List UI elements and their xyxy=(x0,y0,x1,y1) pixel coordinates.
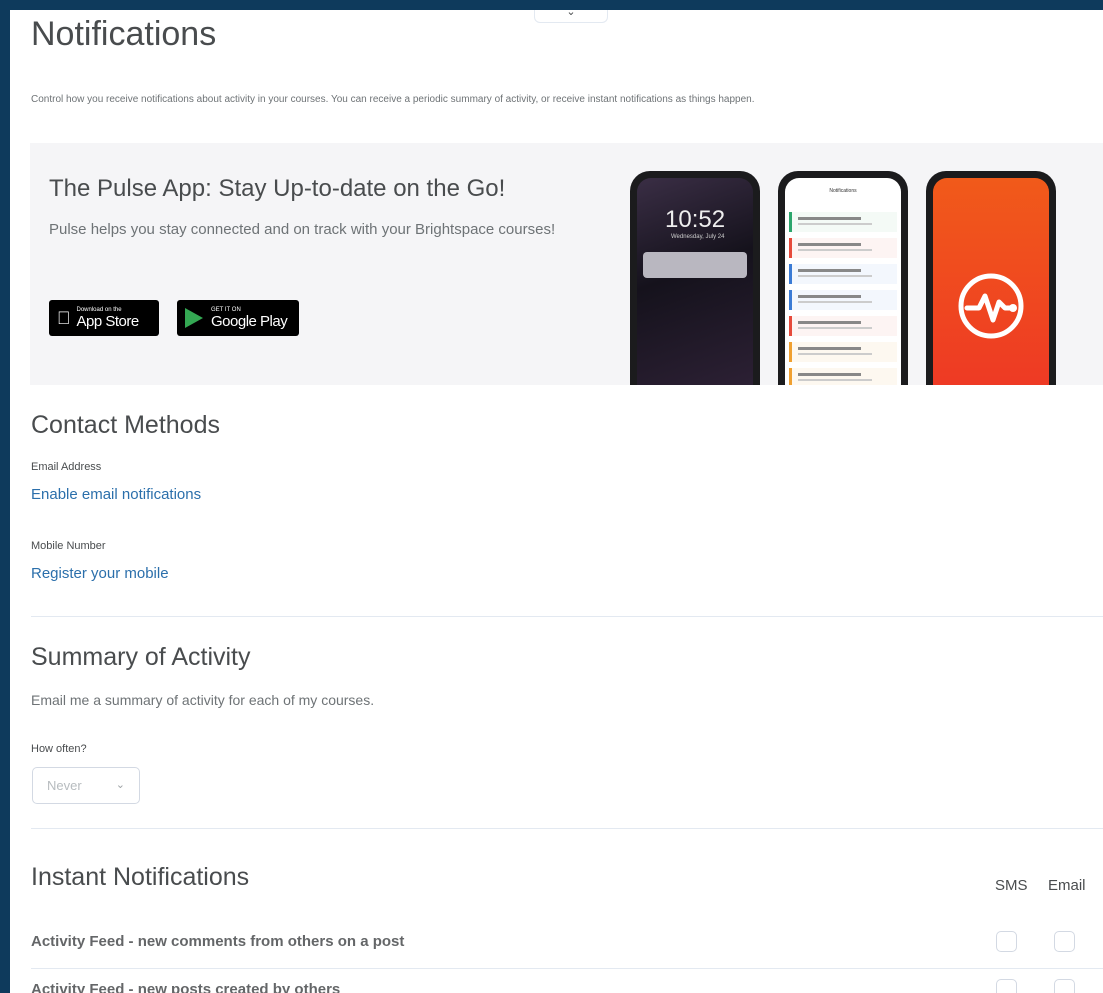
lockscreen-time: 10:52 xyxy=(665,206,726,233)
instant-notifications-heading: Instant Notifications xyxy=(31,863,250,891)
app-store-button[interactable]:  Download on the App Store xyxy=(49,300,159,336)
phone-list-item xyxy=(789,212,897,232)
phone-notifications-image: Notifications xyxy=(778,171,908,385)
contact-methods-heading: Contact Methods xyxy=(31,411,220,439)
collapse-tab[interactable]: ⌄ xyxy=(534,10,608,23)
summary-heading: Summary of Activity xyxy=(31,643,251,671)
summary-description: Email me a summary of activity for each … xyxy=(31,692,375,708)
section-divider xyxy=(31,616,1103,617)
phone-list-item xyxy=(789,264,897,284)
pulse-description: Pulse helps you stay connected and on tr… xyxy=(49,221,556,238)
frequency-select[interactable]: Never ⌄ xyxy=(32,767,140,804)
email-column-header: Email xyxy=(1048,877,1086,894)
phone-list-item xyxy=(789,316,897,336)
page-description: Control how you receive notifications ab… xyxy=(31,94,755,105)
notifications-page: ⌄ Notifications Control how you receive … xyxy=(10,10,1103,993)
pulse-title: The Pulse App: Stay Up-to-date on the Go… xyxy=(49,175,506,202)
how-often-label: How often? xyxy=(31,743,87,755)
apple-icon:  xyxy=(57,308,71,329)
pulse-app-panel: The Pulse App: Stay Up-to-date on the Go… xyxy=(30,143,1103,385)
email-checkbox[interactable] xyxy=(1054,979,1075,993)
phone-app-header: Notifications xyxy=(829,188,857,194)
sms-checkbox[interactable] xyxy=(996,931,1017,952)
page-title: Notifications xyxy=(31,15,217,53)
lockscreen-notification xyxy=(643,252,747,278)
notification-row: Activity Feed - new comments from others… xyxy=(31,921,1103,961)
notification-row-label: Activity Feed - new posts created by oth… xyxy=(31,981,341,993)
mobile-number-label: Mobile Number xyxy=(31,540,106,552)
pulse-logo-icon xyxy=(958,273,1024,339)
phone-list-item xyxy=(789,238,897,258)
notification-row: Activity Feed - new posts created by oth… xyxy=(31,969,1103,993)
frequency-select-value: Never xyxy=(47,778,82,793)
section-divider xyxy=(31,828,1103,829)
chevron-down-icon: ⌄ xyxy=(115,779,125,791)
lockscreen-date: Wednesday, July 24 xyxy=(671,234,725,240)
sms-column-header: SMS xyxy=(995,877,1028,894)
phone-list-item xyxy=(789,342,897,362)
app-store-label: App Store xyxy=(63,312,140,330)
google-play-label: Google Play xyxy=(211,312,288,330)
sms-checkbox[interactable] xyxy=(996,979,1017,993)
chevron-down-icon: ⌄ xyxy=(566,10,576,18)
phone-pulse-splash-image xyxy=(926,171,1056,385)
google-play-button[interactable]: GET IT ON Google Play xyxy=(177,300,299,336)
phone-lockscreen-image: 10:52 Wednesday, July 24 xyxy=(630,171,760,385)
email-checkbox[interactable] xyxy=(1054,931,1075,952)
email-address-label: Email Address xyxy=(31,461,102,473)
phone-list-item xyxy=(789,290,897,310)
enable-email-link[interactable]: Enable email notifications xyxy=(31,486,201,503)
notification-row-label: Activity Feed - new comments from others… xyxy=(31,933,405,950)
register-mobile-link[interactable]: Register your mobile xyxy=(31,565,169,582)
google-play-icon xyxy=(185,308,203,328)
phone-list-item xyxy=(789,368,897,385)
